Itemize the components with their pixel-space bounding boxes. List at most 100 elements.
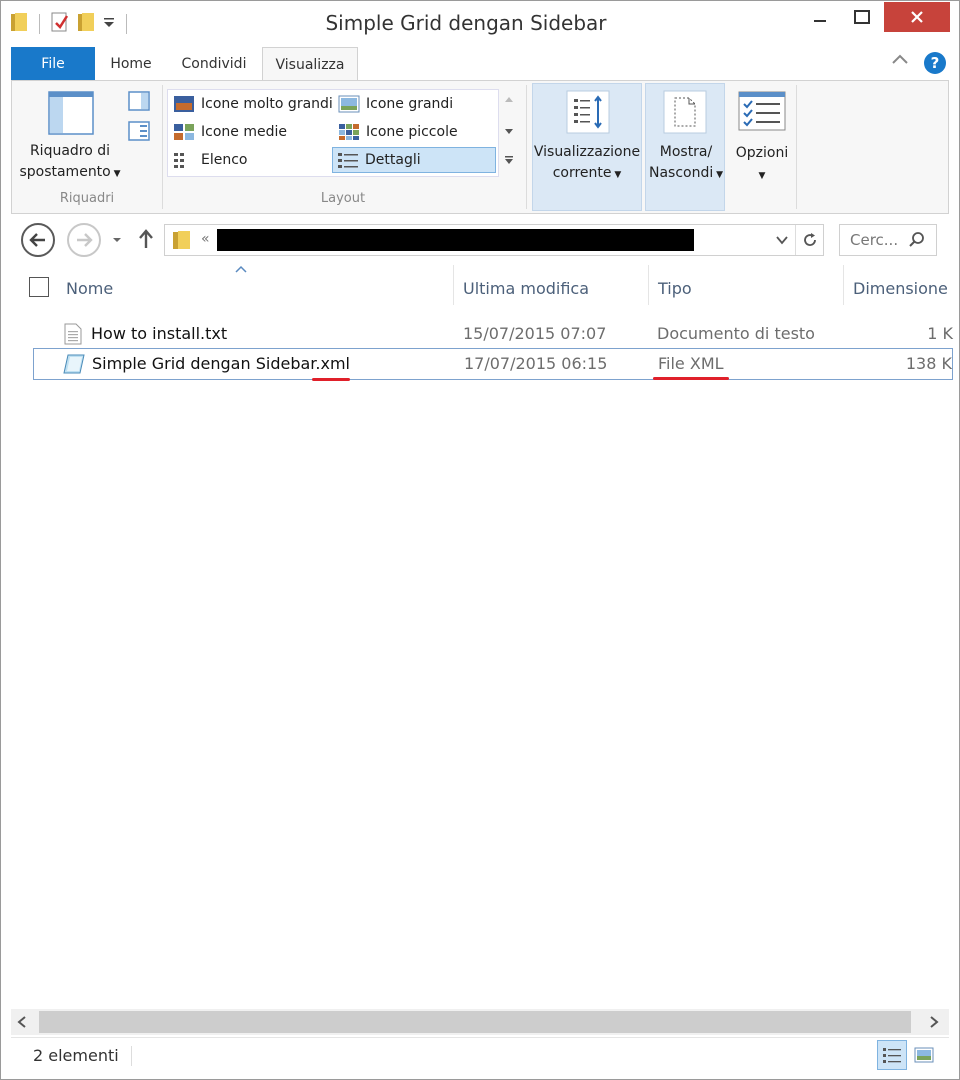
breadcrumb-overflow[interactable]: « <box>201 231 210 247</box>
large-icons-view-button[interactable] <box>909 1040 939 1070</box>
nav-pane-label-line2: spostamento <box>19 164 111 180</box>
customize-qat-icon[interactable] <box>102 15 116 33</box>
layout-gallery-scroll <box>499 89 519 177</box>
layout-dettagli[interactable]: Dettagli <box>332 147 496 173</box>
layout-item-label: Icone molto grandi <box>201 96 333 112</box>
layout-elenco[interactable]: Elenco <box>169 147 247 173</box>
details-view-button[interactable] <box>877 1040 907 1070</box>
current-view-button[interactable]: Visualizzazione corrente ▼ <box>532 83 642 211</box>
navigation-pane-button[interactable]: Riquadro di spostamento ▼ <box>16 87 124 183</box>
scroll-up-icon[interactable] <box>504 95 514 103</box>
file-row-selected[interactable]: Simple Grid dengan Sidebar.xml 17/07/201… <box>33 348 953 380</box>
tab-home[interactable]: Home <box>99 47 163 80</box>
horizontal-scrollbar[interactable] <box>11 1009 949 1035</box>
layout-item-label: Dettagli <box>365 152 421 168</box>
file-modified: 17/07/2015 06:15 <box>464 354 608 373</box>
properties-icon[interactable] <box>50 11 70 37</box>
column-header-type[interactable]: Tipo <box>658 265 692 311</box>
current-view-line2: corrente <box>552 165 612 181</box>
layout-icone-grandi[interactable]: Icone grandi <box>334 91 453 117</box>
show-hide-button[interactable]: Mostra/ Nascondi ▼ <box>645 83 725 211</box>
forward-button[interactable] <box>67 223 101 257</box>
options-icon <box>738 91 786 131</box>
search-icon <box>909 232 924 247</box>
large-icons-icon <box>338 95 360 113</box>
scrollbar-thumb[interactable] <box>39 1011 911 1033</box>
column-divider[interactable] <box>648 265 649 305</box>
layout-icone-piccole[interactable]: Icone piccole <box>334 119 458 145</box>
details-pane-icon <box>128 121 150 141</box>
show-hide-line2: Nascondi <box>648 165 714 181</box>
scroll-down-icon[interactable] <box>504 127 514 135</box>
folder-icon <box>9 11 29 37</box>
scroll-right-icon[interactable] <box>929 1016 939 1028</box>
file-row[interactable]: How to install.txt 15/07/2015 07:07 Docu… <box>33 319 953 349</box>
explorer-window: Simple Grid dengan Sidebar File Home Con… <box>0 0 960 1080</box>
window-title: Simple Grid dengan Sidebar <box>325 11 607 35</box>
layout-icone-medie[interactable]: Icone medie <box>169 119 287 145</box>
preview-pane-button[interactable] <box>128 91 150 115</box>
group-label-layout: Layout <box>320 191 366 206</box>
file-size: 138 K <box>905 354 952 373</box>
dropdown-arrow-icon: ▼ <box>758 171 766 181</box>
back-button[interactable] <box>21 223 55 257</box>
file-type: File XML <box>658 354 724 373</box>
options-button[interactable]: Opzioni ▼ <box>730 85 794 209</box>
minimize-button[interactable] <box>797 2 843 32</box>
layout-item-label: Icone grandi <box>366 96 454 112</box>
navigation-bar: « Cerc... <box>11 216 949 264</box>
file-name: Simple Grid dengan Sidebar.xml <box>92 354 350 373</box>
back-arrow-icon <box>29 233 45 247</box>
folder-icon <box>173 231 190 249</box>
item-count: 2 elementi <box>33 1046 119 1065</box>
details-pane-button[interactable] <box>128 121 150 145</box>
help-icon[interactable]: ? <box>923 51 947 75</box>
group-separator <box>162 85 163 209</box>
qat-separator <box>126 14 127 34</box>
collapse-ribbon-icon[interactable] <box>891 52 909 66</box>
search-placeholder: Cerc... <box>850 231 899 249</box>
select-all-checkbox[interactable] <box>29 277 49 297</box>
preview-pane-icon <box>128 91 150 111</box>
column-header-modified[interactable]: Ultima modifica <box>463 265 589 311</box>
column-divider[interactable] <box>843 265 844 305</box>
column-header-name[interactable]: Nome <box>66 265 113 311</box>
address-history-icon[interactable] <box>775 234 789 246</box>
dropdown-arrow-icon: ▼ <box>611 170 622 180</box>
file-size: 1 K <box>927 324 953 343</box>
scroll-left-icon[interactable] <box>17 1016 27 1028</box>
large-icons-view-icon <box>914 1047 934 1063</box>
up-arrow-icon <box>139 229 153 248</box>
current-view-line1: Visualizzazione <box>533 144 641 160</box>
column-header-size[interactable]: Dimensione <box>853 265 948 311</box>
refresh-icon[interactable] <box>801 231 819 249</box>
column-divider[interactable] <box>453 265 454 305</box>
tab-visualizza[interactable]: Visualizza <box>262 47 358 81</box>
recent-locations-button[interactable] <box>111 234 123 249</box>
up-button[interactable] <box>137 228 155 254</box>
svg-text:?: ? <box>931 54 940 72</box>
sort-ascending-icon <box>235 265 247 273</box>
new-folder-icon[interactable] <box>76 11 96 37</box>
chevron-down-icon <box>113 238 121 242</box>
group-label-riquadri: Riquadri <box>59 191 115 206</box>
file-modified: 15/07/2015 07:07 <box>463 324 607 343</box>
close-icon <box>911 11 923 23</box>
close-button[interactable] <box>884 2 950 32</box>
layout-item-label: Icone medie <box>201 124 287 140</box>
tab-condividi[interactable]: Condividi <box>169 47 259 80</box>
nav-pane-label-line1: Riquadro di <box>29 143 111 159</box>
group-separator <box>526 85 527 209</box>
text-file-icon <box>64 323 82 345</box>
group-separator <box>796 85 797 209</box>
layout-icone-molto-grandi[interactable]: Icone molto grandi <box>169 91 333 117</box>
annotation-underline-type <box>653 377 729 380</box>
file-name: How to install.txt <box>91 324 228 343</box>
maximize-button[interactable] <box>843 2 881 32</box>
layout-item-label: Icone piccole <box>366 124 458 140</box>
address-bar[interactable]: « <box>164 224 824 256</box>
details-icon <box>338 153 358 168</box>
gallery-expand-icon[interactable] <box>504 155 514 165</box>
search-input[interactable]: Cerc... <box>839 224 937 256</box>
tab-file[interactable]: File <box>11 47 95 80</box>
